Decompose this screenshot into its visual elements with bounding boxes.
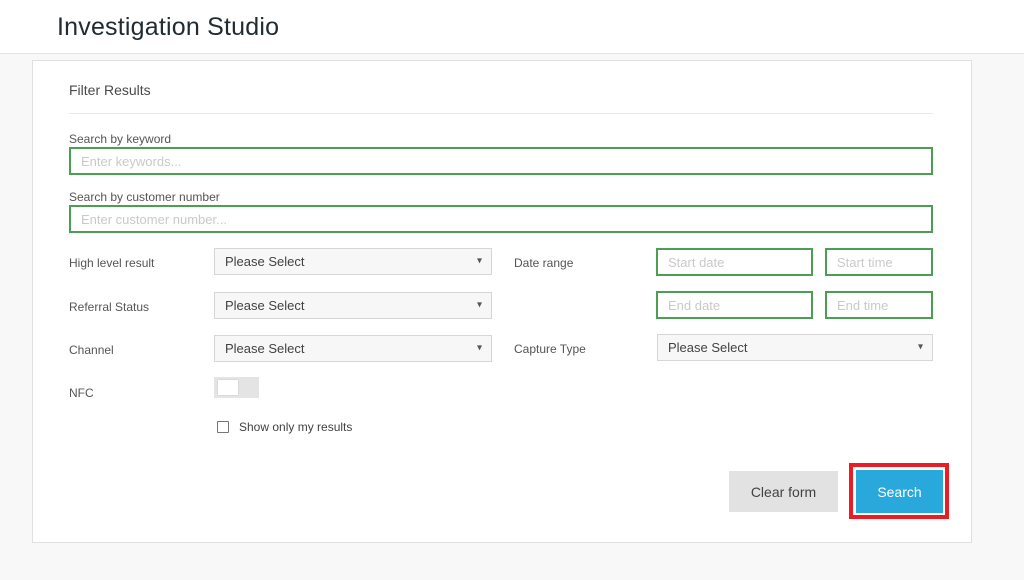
end-time-input[interactable] <box>825 291 933 319</box>
show-only-my-results-option[interactable]: Show only my results <box>217 420 352 434</box>
referral-status-value: Please Select <box>225 298 305 313</box>
start-date-input[interactable] <box>656 248 813 276</box>
high-level-result-value: Please Select <box>225 254 305 269</box>
capture-type-value: Please Select <box>668 340 748 355</box>
keyword-input[interactable] <box>69 147 933 175</box>
app-header: Investigation Studio <box>0 0 1024 54</box>
end-date-input[interactable] <box>656 291 813 319</box>
nfc-toggle[interactable] <box>214 377 259 398</box>
chevron-down-icon: ▾ <box>476 342 482 354</box>
keyword-label: Search by keyword <box>69 132 172 146</box>
start-time-input[interactable] <box>825 248 933 276</box>
page-title: Investigation Studio <box>57 13 280 41</box>
high-level-result-label: High level result <box>69 256 155 270</box>
chevron-down-icon: ▾ <box>476 255 482 267</box>
capture-type-select[interactable]: Please Select ▾ <box>657 334 933 361</box>
date-range-label: Date range <box>514 256 574 270</box>
referral-status-label: Referral Status <box>69 300 150 314</box>
panel-divider <box>69 113 933 114</box>
toggle-knob <box>218 380 238 395</box>
channel-label: Channel <box>69 343 114 357</box>
channel-select[interactable]: Please Select ▾ <box>214 335 492 362</box>
capture-type-label: Capture Type <box>514 342 586 356</box>
filter-panel: Filter Results Search by keyword Search … <box>32 60 972 543</box>
search-button[interactable]: Search <box>856 470 943 513</box>
customer-number-label: Search by customer number <box>69 190 220 204</box>
chevron-down-icon: ▾ <box>476 299 482 311</box>
clear-form-button[interactable]: Clear form <box>729 471 838 512</box>
nfc-label: NFC <box>69 386 94 400</box>
chevron-down-icon: ▾ <box>917 341 923 353</box>
channel-value: Please Select <box>225 341 305 356</box>
show-only-my-results-label: Show only my results <box>239 420 353 434</box>
panel-title: Filter Results <box>69 82 151 98</box>
show-only-my-results-checkbox[interactable] <box>217 421 229 433</box>
customer-number-input[interactable] <box>69 205 933 233</box>
referral-status-select[interactable]: Please Select ▾ <box>214 292 492 319</box>
high-level-result-select[interactable]: Please Select ▾ <box>214 248 492 275</box>
